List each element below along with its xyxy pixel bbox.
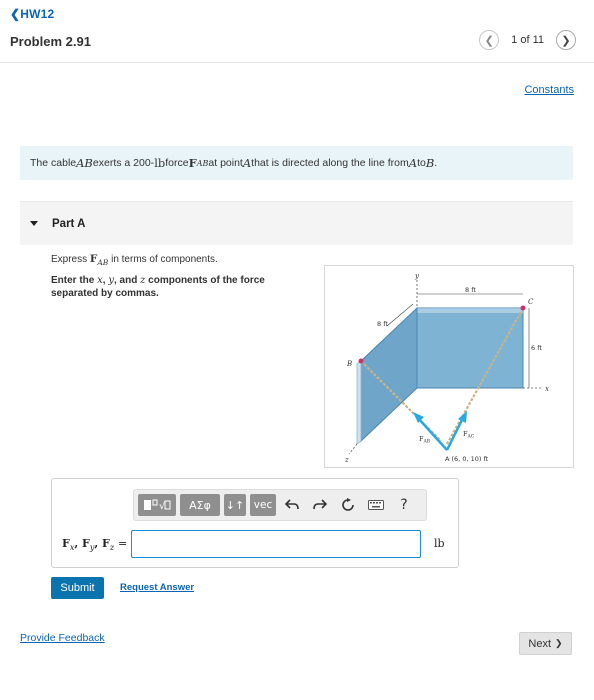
back-wall-top-edge (417, 308, 523, 313)
redo-button[interactable] (308, 494, 332, 516)
label-b: B (346, 360, 352, 368)
side-wall (360, 306, 418, 443)
part-a-header[interactable]: Part A (20, 201, 573, 245)
statement-text: at point (208, 157, 243, 169)
label-8ft-top: 8 ft (465, 286, 476, 294)
force-ac-arrow (445, 417, 465, 451)
label-z: z (344, 456, 349, 464)
answer-label-f: F (102, 537, 110, 550)
point-c (520, 305, 526, 311)
statement-force-symbol: F (188, 156, 197, 170)
cable-force-diagram: y x z 8 ft 8 ft 6 ft B C FAB FAC A (6, 0… (344, 272, 549, 464)
pager: ❮ 1 of 11 ❯ (479, 30, 576, 50)
header-divider (0, 62, 594, 63)
greek-letters-button[interactable]: ΑΣφ (180, 494, 220, 516)
part-title: Part A (52, 217, 86, 230)
redo-icon (313, 499, 327, 510)
label-6ft: 6 ft (531, 344, 542, 352)
back-wall (416, 307, 524, 389)
answer-label-sub: z (109, 543, 115, 553)
answer-area: √ ΑΣφ ↓↑ vec ? Fx, Fy, Fz = lb (51, 478, 459, 568)
statement-unit: lb (154, 156, 166, 170)
side-wall-edge (356, 360, 362, 445)
subscript-superscript-button[interactable]: ↓↑ (224, 494, 246, 516)
instruction-part: , and (113, 275, 141, 286)
label-a-coordinate: A (6, 0, 10) ft (445, 455, 489, 463)
express-force-subscript: AB (97, 258, 109, 267)
label-y: y (414, 272, 420, 280)
next-label: Next (528, 637, 552, 650)
force-ab-arrow (417, 417, 448, 451)
instruction-part: Enter the (51, 275, 98, 286)
statement-text: force (165, 157, 189, 169)
undo-icon (285, 499, 299, 510)
z-axis (348, 443, 358, 455)
statement-text: that is directed along the line from (251, 157, 409, 169)
statement-math: A (408, 156, 418, 170)
keyboard-icon (368, 500, 384, 510)
problem-figure: y x z 8 ft 8 ft 6 ft B C FAB FAC A (6, 0… (324, 265, 574, 468)
answer-label-f: F (82, 537, 90, 550)
statement-text: to (417, 157, 426, 169)
express-text: in terms of components. (108, 254, 218, 265)
answer-equals: = (118, 537, 128, 550)
next-button[interactable]: Next ❯ (519, 632, 572, 655)
problem-statement: The cable AB exerts a 200- lb force F AB … (20, 146, 573, 180)
statement-math: A (242, 156, 252, 170)
reset-icon (342, 498, 354, 511)
statement-math: B (425, 156, 435, 170)
templates-icon: √ (144, 499, 171, 512)
statement-force-subscript: AB (196, 158, 209, 168)
provide-feedback-link[interactable]: Provide Feedback (20, 632, 105, 644)
math-toolbar: √ ΑΣφ ↓↑ vec ? (133, 489, 427, 521)
answer-label-f: F (62, 537, 70, 550)
templates-button[interactable]: √ (138, 494, 176, 516)
label-fab-subscript: AB (423, 439, 431, 445)
help-button[interactable]: ? (392, 494, 416, 516)
answer-input[interactable] (131, 530, 421, 558)
label-fac-subscript: AC (467, 434, 475, 440)
instruction-text: Enter the x, y, and z components of the … (51, 274, 291, 300)
point-b (358, 358, 364, 364)
keyboard-button[interactable] (364, 494, 388, 516)
answer-label-sep: , (74, 537, 82, 550)
label-x: x (545, 385, 549, 393)
caret-down-icon (30, 221, 38, 226)
label-fab: FAB (419, 435, 431, 445)
answer-unit: lb (434, 537, 445, 550)
chevron-left-icon: ❮ (10, 7, 21, 21)
reset-button[interactable] (336, 494, 360, 516)
chevron-left-icon: ❮ (484, 34, 494, 47)
undo-button[interactable] (280, 494, 304, 516)
statement-text: . (434, 157, 438, 169)
back-to-assignment-link[interactable]: ❮HW12 (10, 7, 54, 21)
label-c: C (528, 298, 534, 306)
pager-count: 1 of 11 (511, 34, 544, 46)
label-8ft-side: 8 ft (377, 320, 388, 328)
previous-problem-button[interactable]: ❮ (479, 30, 500, 50)
vector-button[interactable]: vec (250, 494, 276, 516)
express-prompt: Express FAB in terms of components. (51, 253, 218, 267)
submit-button[interactable]: Submit (51, 577, 104, 599)
statement-math: AB (76, 156, 93, 170)
statement-text: exerts a 200- (92, 157, 155, 169)
answer-label: Fx, Fy, Fz = (62, 537, 127, 552)
statement-text: The cable (30, 157, 77, 169)
next-problem-button[interactable]: ❯ (556, 30, 576, 50)
request-answer-link[interactable]: Request Answer (120, 582, 194, 593)
back-label: HW12 (20, 7, 55, 21)
force-ac-arrowhead (458, 411, 467, 423)
chevron-right-icon: ❯ (555, 638, 563, 648)
answer-label-sep: , (94, 537, 103, 550)
label-fac: FAC (463, 430, 475, 440)
express-text: Express (51, 254, 90, 265)
constants-link[interactable]: Constants (524, 84, 574, 96)
problem-title: Problem 2.91 (10, 34, 91, 49)
chevron-right-icon: ❯ (561, 34, 571, 47)
